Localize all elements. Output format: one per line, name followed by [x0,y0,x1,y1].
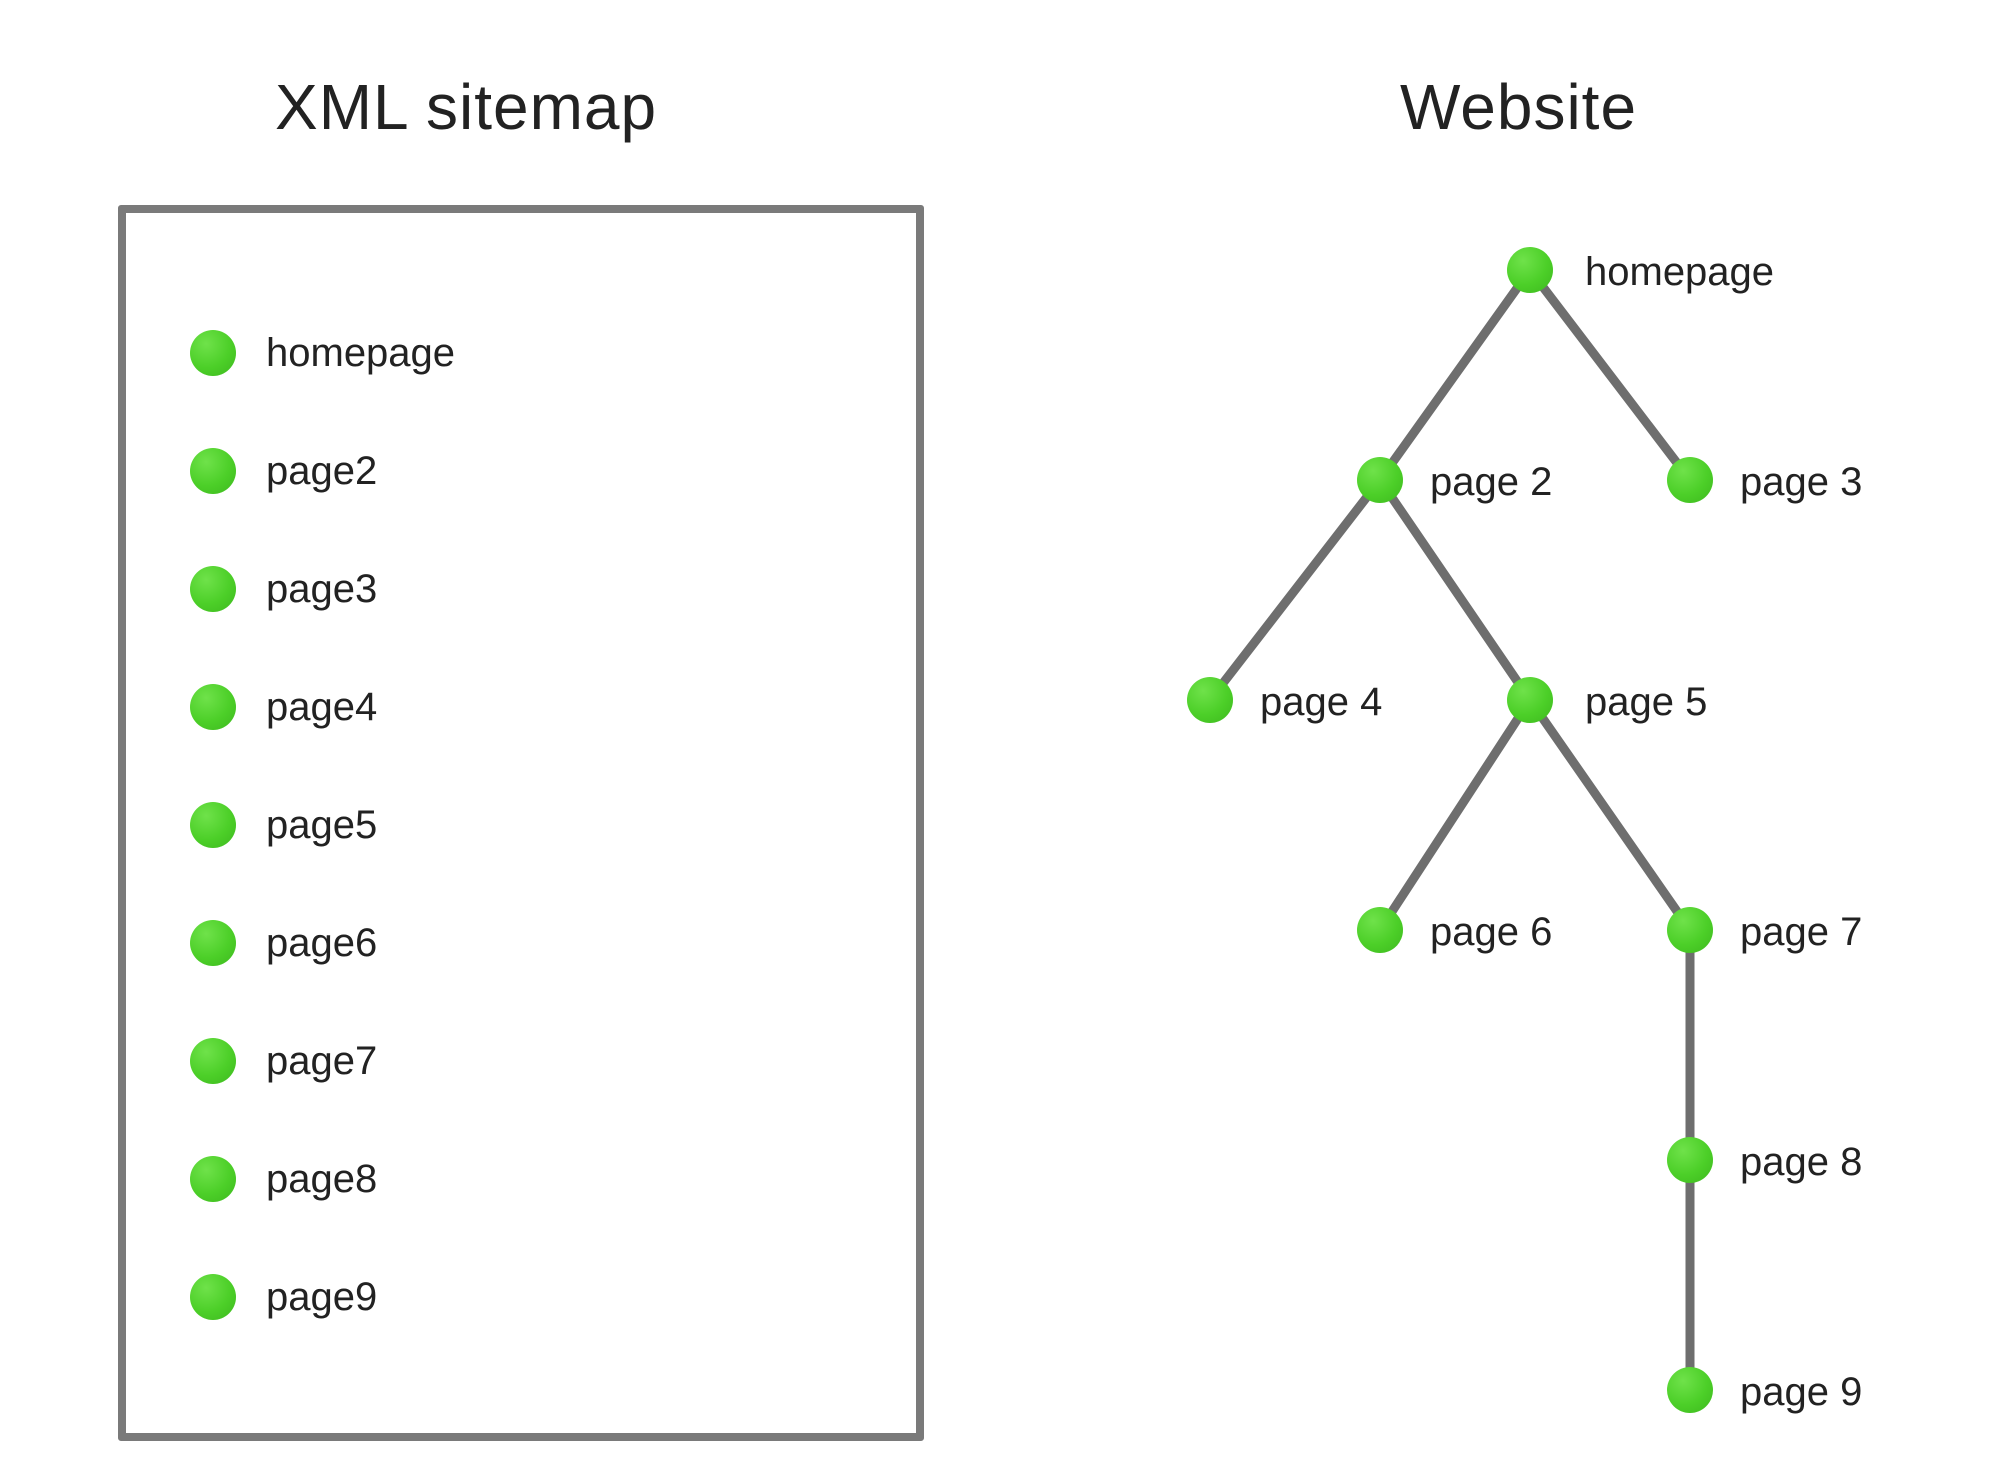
tree-node-label: page 5 [1585,680,1707,725]
tree-node-label: page 8 [1740,1140,1862,1185]
sitemap-item-page8: page8 [190,1156,377,1202]
sitemap-item-label: page5 [266,803,377,848]
page-dot-icon [1187,677,1233,723]
sitemap-item-page3: page3 [190,566,377,612]
page-dot-icon [1357,457,1403,503]
page-dot-icon [190,330,236,376]
website-title: Website [1400,70,1637,144]
sitemap-item-page7: page7 [190,1038,377,1084]
page-dot-icon [190,802,236,848]
sitemap-item-page2: page2 [190,448,377,494]
sitemap-item-label: page7 [266,1039,377,1084]
tree-node-label: page 4 [1260,680,1382,725]
sitemap-item-page4: page4 [190,684,377,730]
tree-edges [1030,200,1990,1450]
page-dot-icon [1507,247,1553,293]
tree-node-label: page 7 [1740,910,1862,955]
page-dot-icon [1667,907,1713,953]
sitemap-item-label: homepage [266,331,455,376]
page-dot-icon [190,920,236,966]
page-dot-icon [190,1274,236,1320]
sitemap-item-label: page6 [266,921,377,966]
website-tree: homepage page 2 page 3 page 4 page 5 pag… [1030,200,1990,1450]
page-dot-icon [190,566,236,612]
tree-node-label: page 6 [1430,910,1552,955]
sitemap-item-label: page2 [266,449,377,494]
sitemap-item-homepage: homepage [190,330,455,376]
tree-node-label: page 3 [1740,460,1862,505]
sitemap-item-label: page8 [266,1157,377,1202]
sitemap-item-page5: page5 [190,802,377,848]
page-dot-icon [1507,677,1553,723]
sitemap-item-page9: page9 [190,1274,377,1320]
page-dot-icon [190,1038,236,1084]
page-dot-icon [1667,1137,1713,1183]
page-dot-icon [190,448,236,494]
tree-node-label: homepage [1585,250,1774,295]
tree-node-label: page 9 [1740,1370,1862,1415]
sitemap-item-page6: page6 [190,920,377,966]
page-dot-icon [1667,457,1713,503]
page-dot-icon [190,684,236,730]
sitemap-item-label: page3 [266,567,377,612]
page-dot-icon [1357,907,1403,953]
sitemap-item-label: page4 [266,685,377,730]
tree-node-label: page 2 [1430,460,1552,505]
page-dot-icon [190,1156,236,1202]
page-dot-icon [1667,1367,1713,1413]
sitemap-item-label: page9 [266,1275,377,1320]
sitemap-title: XML sitemap [275,70,657,144]
